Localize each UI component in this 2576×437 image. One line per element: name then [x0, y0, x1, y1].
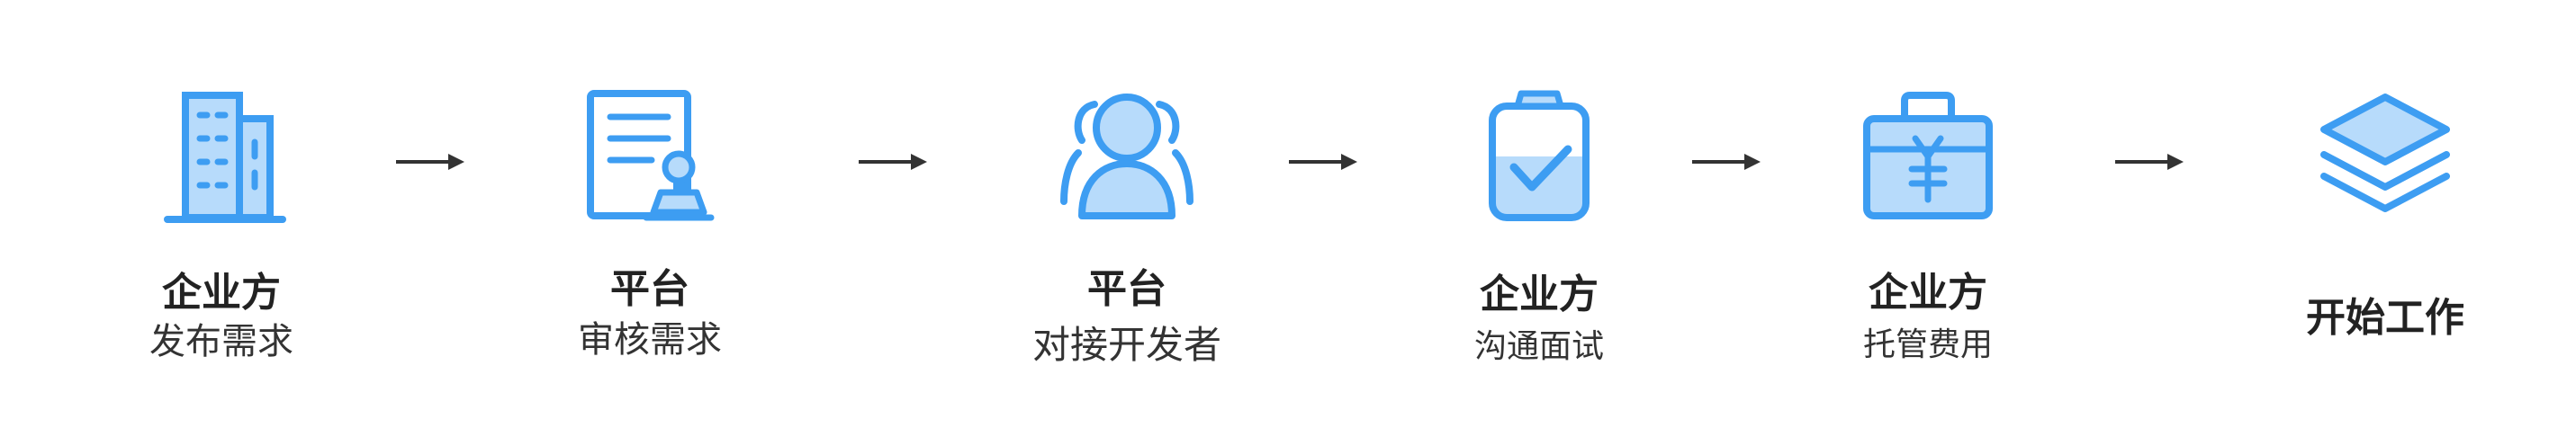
step-subtitle: 托管费用 [1862, 326, 1993, 363]
arrow-right-icon [1289, 147, 1357, 176]
developers-group-icon [1055, 86, 1199, 230]
step-subtitle: 审核需求 [578, 319, 722, 361]
step-title: 平台 [1087, 266, 1166, 312]
building-icon [149, 86, 293, 230]
step-connect-developers: 平台 对接开发者 [992, 0, 1262, 437]
step-review-requirement: 平台 审核需求 [515, 0, 785, 437]
arrow-right-icon [859, 147, 927, 176]
arrow-right-icon [396, 147, 464, 176]
arrow-right-icon [1692, 147, 1761, 176]
step-start-work: 开始工作 [2250, 0, 2520, 437]
step-subtitle: 对接开发者 [1031, 323, 1221, 367]
step-escrow-payment: 企业方 托管费用 [1793, 0, 2063, 437]
arrow-right-icon [2115, 147, 2184, 176]
step-title: 平台 [610, 266, 689, 312]
payment-case-icon [1856, 86, 2000, 230]
step-title: 企业方 [1869, 270, 1987, 316]
layers-icon [2313, 86, 2457, 230]
step-title: 开始工作 [2306, 295, 2464, 341]
step-subtitle: 发布需求 [149, 321, 293, 362]
document-review-icon [578, 86, 722, 230]
step-title: 企业方 [162, 270, 281, 316]
step-subtitle: 沟通面试 [1473, 328, 1604, 365]
clipboard-check-icon [1467, 86, 1611, 230]
step-communicate-interview: 企业方 沟通面试 [1404, 0, 1674, 437]
step-publish-requirement: 企业方 发布需求 [86, 0, 356, 437]
step-title: 企业方 [1480, 272, 1599, 317]
